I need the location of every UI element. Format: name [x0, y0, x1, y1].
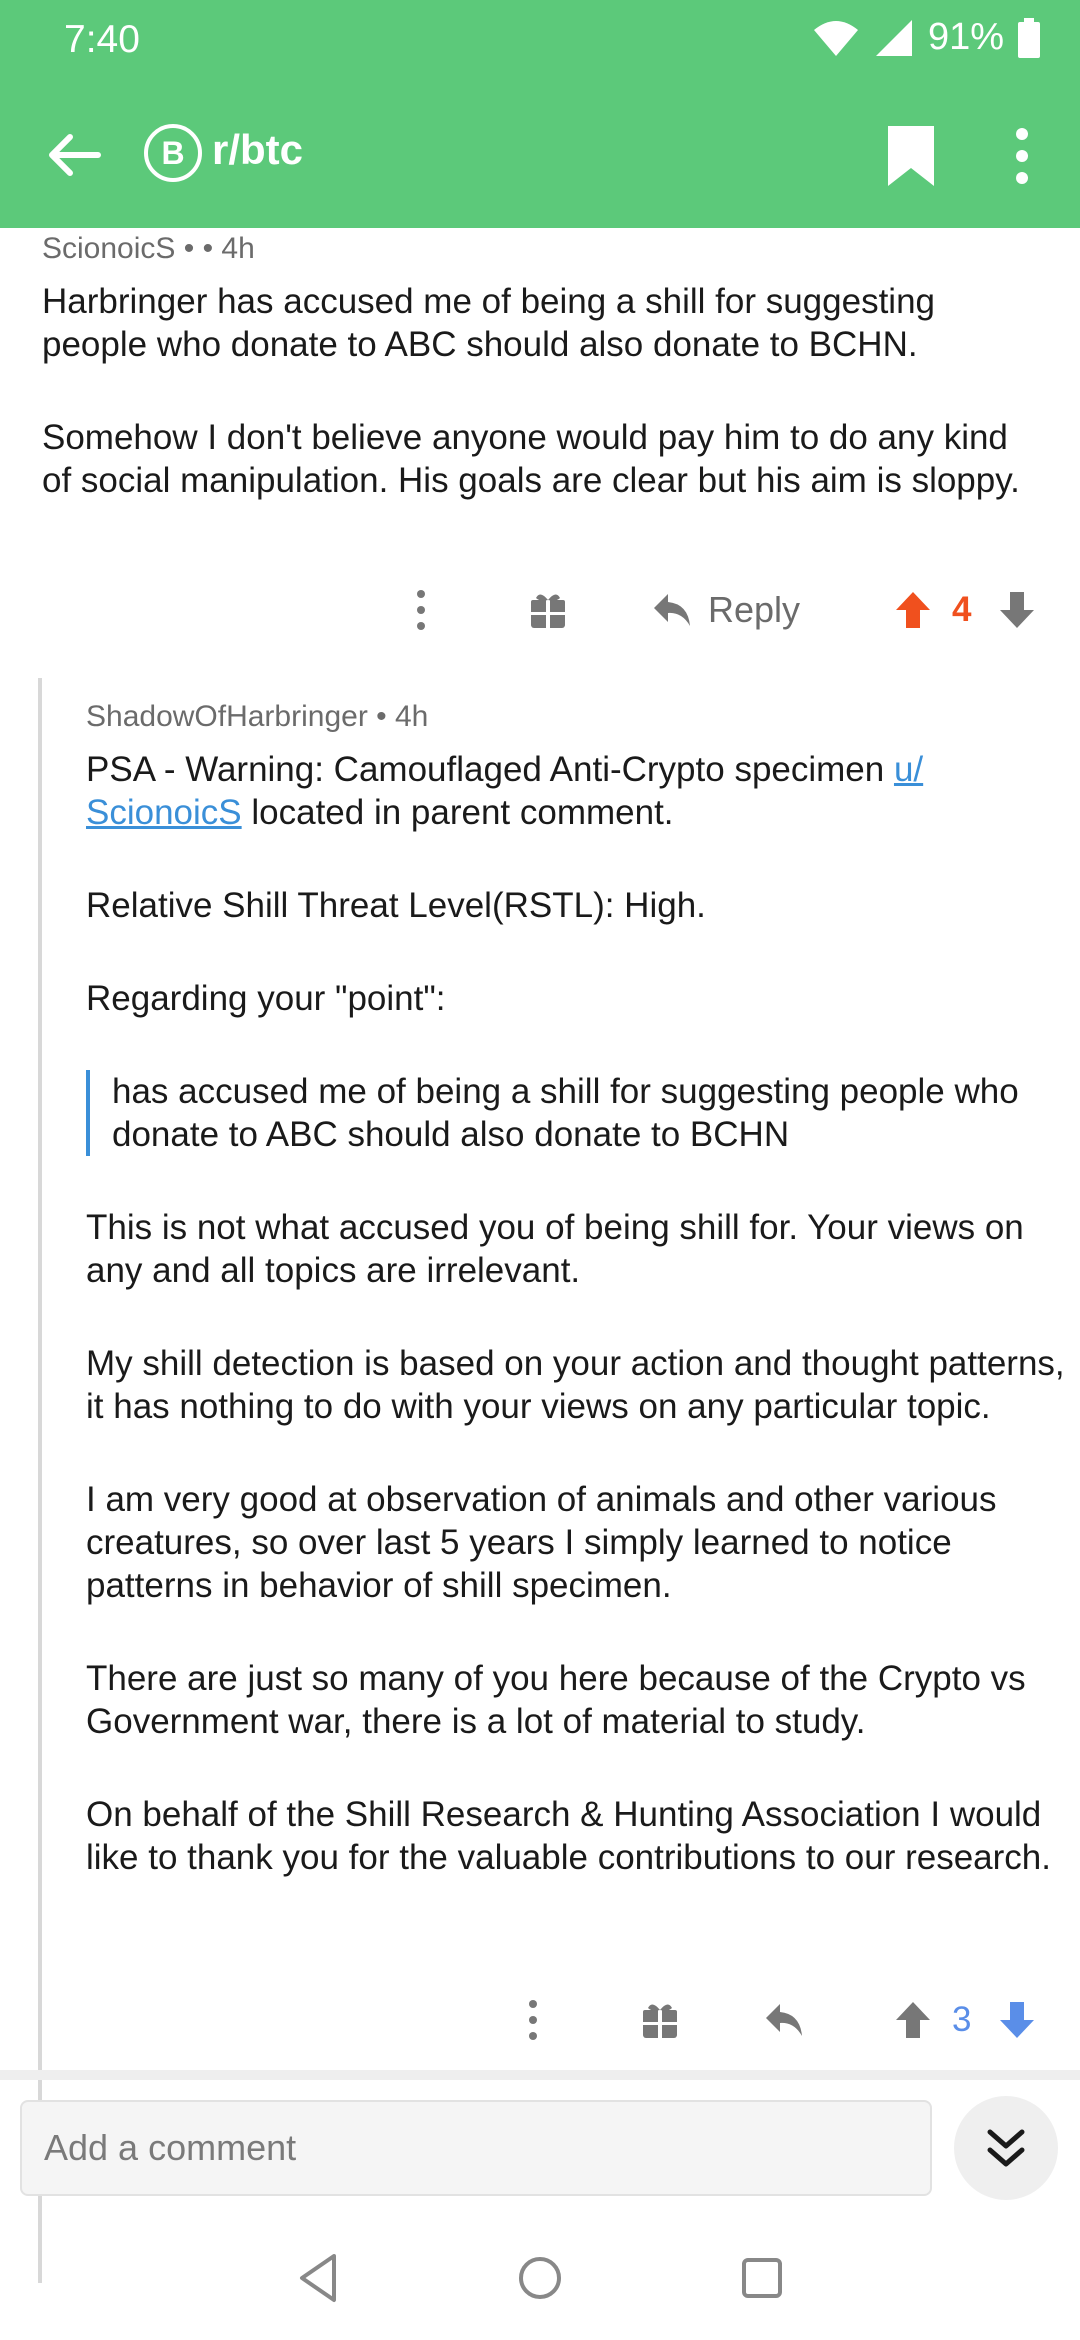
- reply-icon: [654, 594, 690, 626]
- comment-2-body: PSA - Warning: Camouflaged Anti-Crypto s…: [86, 748, 1080, 1929]
- status-bar: 7:40 91%: [0, 0, 1080, 78]
- add-comment-field[interactable]: [20, 2100, 932, 2196]
- comment-2-paragraph: There are just so many of you here becau…: [86, 1659, 1026, 1741]
- comment-2-threat: Relative Shill Threat Level(RSTL): High.: [86, 886, 706, 925]
- comment-1-body: Harbringer has accused me of being a shi…: [42, 280, 1042, 552]
- nav-recents-icon[interactable]: [732, 2248, 792, 2308]
- subreddit-icon[interactable]: B: [144, 124, 202, 182]
- comment-2-upvote-icon[interactable]: [894, 2000, 932, 2040]
- comment-1-paragraph: Somehow I don't believe anyone would pay…: [42, 418, 1020, 500]
- comment-2-downvote-icon[interactable]: [998, 2000, 1036, 2040]
- back-arrow-icon[interactable]: [40, 122, 106, 188]
- subreddit-title[interactable]: r/btc: [212, 126, 303, 174]
- comment-2-paragraph: This is not what accused you of being sh…: [86, 1208, 1024, 1290]
- comment-1-reply-button[interactable]: Reply: [652, 582, 800, 638]
- comment-2-paragraph: I am very good at observation of animals…: [86, 1480, 997, 1605]
- more-options-icon[interactable]: [1004, 124, 1040, 188]
- comment-1-score: 4: [952, 590, 972, 629]
- battery-percent: 91%: [927, 16, 1004, 58]
- double-chevron-down-icon: [987, 2129, 1025, 2167]
- comment-2-paragraph: My shill detection is based on your acti…: [86, 1344, 1065, 1426]
- cell-signal-icon: [875, 19, 912, 56]
- comment-1-more-icon[interactable]: [406, 586, 436, 634]
- comment-2-meta[interactable]: ShadowOfHarbringer • 4h: [86, 700, 428, 734]
- comment-2-regarding: Regarding your "point":: [86, 979, 446, 1018]
- add-comment-input[interactable]: [22, 2102, 930, 2194]
- comment-2: ShadowOfHarbringer • 4h PSA - Warning: C…: [38, 678, 1080, 2283]
- divider: [0, 2070, 1080, 2080]
- comment-2-award-icon[interactable]: [640, 2000, 680, 2040]
- app-header: 7:40 91% B r/btc: [0, 0, 1080, 228]
- nav-home-icon[interactable]: [510, 2248, 570, 2308]
- comment-1-author[interactable]: ScionoicS •: [42, 232, 194, 265]
- comment-2-intro-end: located in parent comment.: [241, 793, 674, 832]
- comment-1-meta: ScionoicS • • 4h: [42, 232, 255, 266]
- bookmark-icon[interactable]: [884, 124, 938, 188]
- battery-icon: [1018, 17, 1040, 58]
- jump-down-button[interactable]: [954, 2096, 1058, 2200]
- comment-1-award-icon[interactable]: [528, 590, 568, 630]
- comment-2-intro: PSA - Warning: Camouflaged Anti-Crypto s…: [86, 748, 1080, 834]
- comment-2-paragraph: On behalf of the Shill Research & Huntin…: [86, 1795, 1051, 1877]
- status-icons: 91%: [812, 16, 1040, 59]
- comment-2-quote: has accused me of being a shill for sugg…: [86, 1070, 1080, 1156]
- comment-1-upvote-icon[interactable]: [894, 590, 932, 630]
- app-bar: B r/btc: [0, 100, 1080, 210]
- comment-1-downvote-icon[interactable]: [998, 590, 1036, 630]
- comment-2-more-icon[interactable]: [518, 1996, 548, 2044]
- comment-2-reply-icon[interactable]: [764, 2002, 804, 2038]
- wifi-icon: [813, 20, 858, 56]
- reply-label: Reply: [708, 589, 801, 630]
- system-nav-bar: [0, 2220, 1080, 2340]
- comment-1-paragraph: Harbringer has accused me of being a shi…: [42, 282, 935, 364]
- nav-back-icon[interactable]: [290, 2248, 350, 2308]
- status-time: 7:40: [64, 18, 140, 61]
- comment-1-time: • 4h: [202, 232, 255, 265]
- comment-2-score: 3: [952, 2000, 972, 2039]
- subreddit-icon-glyph: B: [161, 134, 185, 171]
- comment-2-intro-start: PSA - Warning: Camouflaged Anti-Crypto s…: [86, 750, 894, 789]
